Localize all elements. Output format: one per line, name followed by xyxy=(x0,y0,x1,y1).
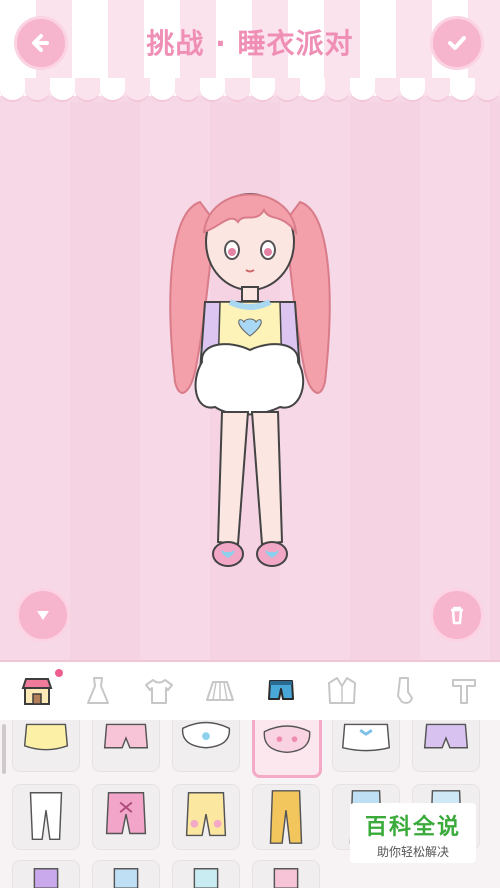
sock-icon xyxy=(396,677,413,704)
purple-item-icon xyxy=(33,868,59,888)
scrollbar[interactable] xyxy=(2,724,6,774)
jacket-icon xyxy=(327,677,356,704)
mustard-pants-icon xyxy=(269,790,303,844)
tab-shop[interactable] xyxy=(15,669,63,713)
blue-bow-shorts-icon xyxy=(341,723,391,752)
item-lilac-shorts[interactable] xyxy=(412,720,480,772)
notification-badge xyxy=(54,669,63,677)
t-icon xyxy=(451,679,476,704)
yellow-shorts-icon xyxy=(23,723,69,751)
tshirt-icon xyxy=(144,679,173,704)
pink-item-icon xyxy=(273,868,299,888)
item-purple-top[interactable] xyxy=(12,860,80,888)
pink-cross-pants-icon xyxy=(105,792,147,835)
category-tab-bar xyxy=(0,660,500,720)
item-pink-top[interactable] xyxy=(252,860,320,888)
item-mustard-pants[interactable] xyxy=(252,784,320,850)
item-yellow-heart-pants[interactable] xyxy=(172,784,240,850)
dressing-stage xyxy=(0,102,500,660)
tab-skirt[interactable] xyxy=(198,669,242,713)
shop-icon xyxy=(21,678,52,705)
back-arrow-icon xyxy=(32,34,49,52)
shorts-icon xyxy=(267,680,294,700)
item-pink-cross-pants[interactable] xyxy=(92,784,160,850)
item-blue-bow-shorts[interactable] xyxy=(332,720,400,772)
trash-icon xyxy=(451,606,463,625)
watermark-subtitle: 助你轻松解决 xyxy=(376,845,449,859)
trash-button[interactable] xyxy=(430,588,484,642)
page-title: 挑战 · 睡衣派对 xyxy=(146,27,354,60)
triangle-down-icon xyxy=(37,611,49,620)
tab-more[interactable] xyxy=(442,669,486,713)
item-yellow-shorts[interactable] xyxy=(12,720,80,772)
item-blue-top[interactable] xyxy=(92,860,160,888)
lilac-shorts-icon xyxy=(423,723,469,749)
heart-bloomers-icon xyxy=(181,721,231,749)
item-heart-bloomers[interactable] xyxy=(172,720,240,772)
tab-shirt[interactable] xyxy=(137,669,181,713)
blue-item-icon xyxy=(113,868,139,888)
back-button[interactable] xyxy=(14,16,68,70)
watermark-logo: 百科全说 助你轻松解决 xyxy=(350,803,476,863)
watermark-title: 百科全说 xyxy=(364,815,461,840)
character-figure xyxy=(169,193,331,567)
item-white-pants[interactable] xyxy=(12,784,80,850)
confirm-button[interactable] xyxy=(430,16,484,70)
item-pink-shorts[interactable] xyxy=(92,720,160,772)
collapse-button[interactable] xyxy=(16,588,70,642)
item-bow-bloomers[interactable] xyxy=(252,720,322,778)
tab-dress[interactable] xyxy=(76,669,120,713)
aqua-item-icon xyxy=(193,868,219,888)
tab-socks[interactable] xyxy=(381,669,425,713)
skirt-icon xyxy=(205,681,234,701)
checkmark-icon xyxy=(448,36,466,50)
pink-shorts-icon xyxy=(103,723,149,749)
white-pants-icon xyxy=(29,792,63,841)
yellow-heart-pants-icon xyxy=(185,792,227,837)
dress-icon xyxy=(86,677,109,704)
item-aqua-top[interactable] xyxy=(172,860,240,888)
awning-scallop xyxy=(0,78,500,102)
tab-jacket[interactable] xyxy=(320,669,364,713)
bow-bloomers-icon xyxy=(263,725,311,754)
tab-shorts[interactable] xyxy=(259,669,303,713)
